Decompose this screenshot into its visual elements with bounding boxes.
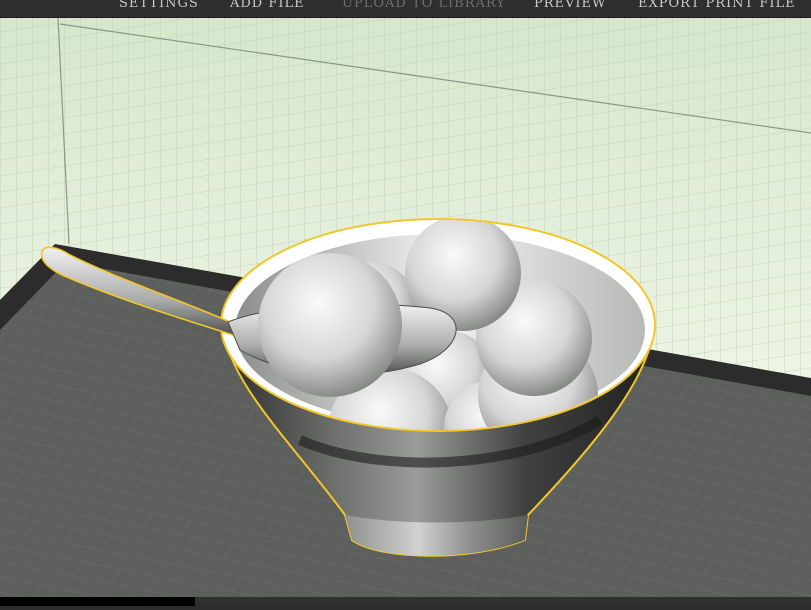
3d-viewport[interactable] — [0, 0, 811, 606]
sphere — [258, 253, 402, 397]
status-bar — [0, 597, 811, 606]
upload-to-library-menu-item: UPLOAD TO LIBRARY — [342, 0, 506, 11]
top-menu-bar: SETTINGS ADD FILE UPLOAD TO LIBRARY PREV… — [0, 0, 811, 18]
add-file-menu-item[interactable]: ADD FILE — [230, 0, 305, 14]
progress-bar — [0, 597, 195, 606]
preview-menu-item[interactable]: PREVIEW — [534, 0, 606, 14]
scene-canvas — [0, 16, 811, 606]
export-print-file-menu-item[interactable]: EXPORT PRINT FILE — [638, 0, 796, 14]
settings-menu-item[interactable]: SETTINGS — [119, 0, 199, 14]
